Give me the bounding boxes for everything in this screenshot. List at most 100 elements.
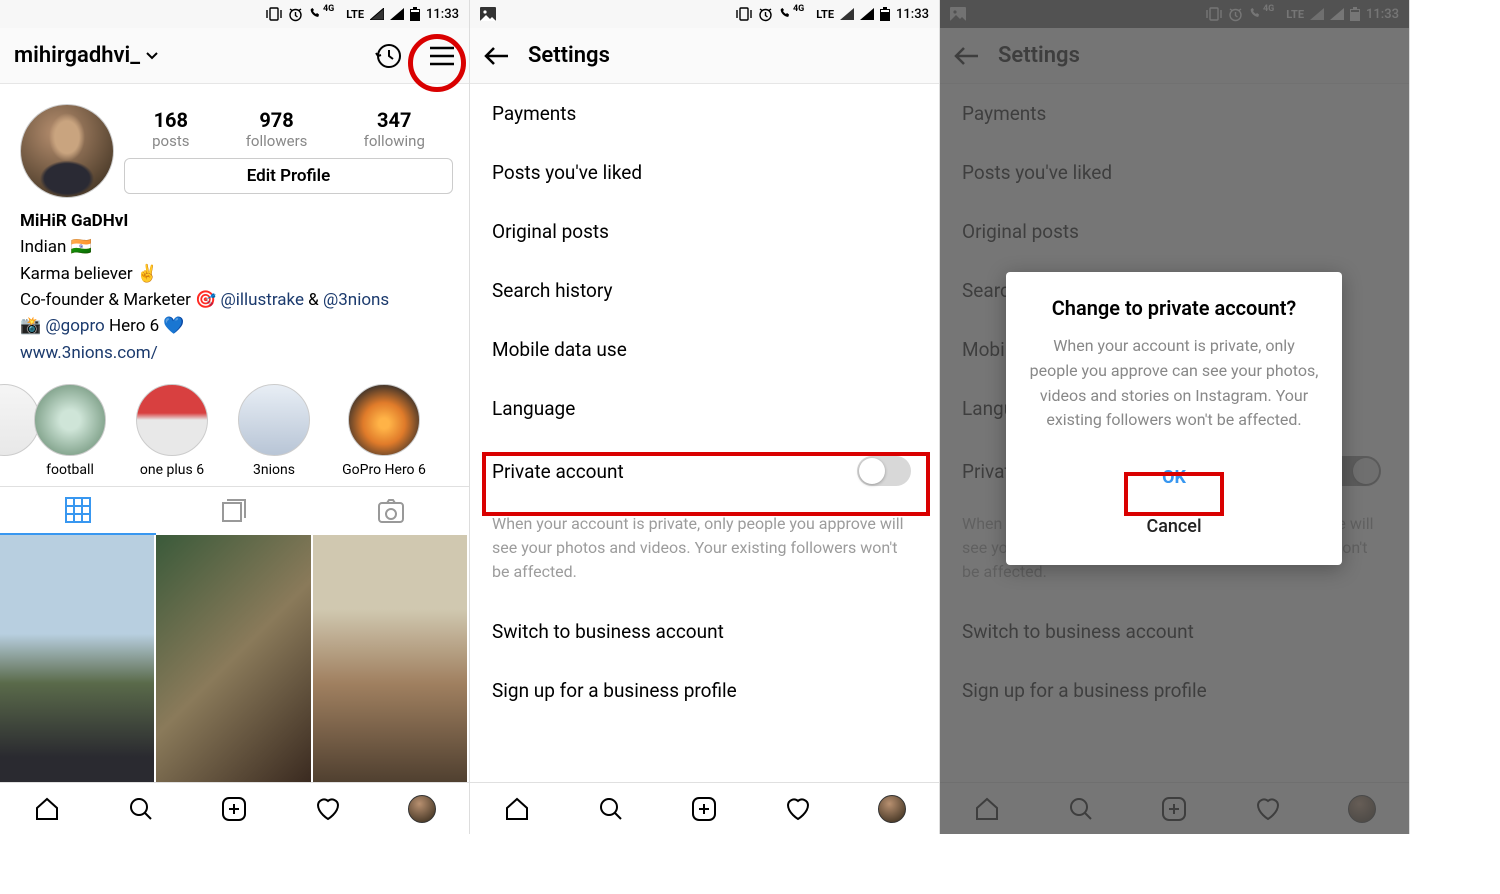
nav-search[interactable]	[94, 783, 188, 834]
status-bar: 4G LTE 11:33	[470, 0, 939, 28]
bio-name: MiHiR GaDHvI	[20, 208, 449, 234]
profile-top: 168 posts 978 followers 347 following Ed…	[0, 84, 469, 208]
nav-home[interactable]	[0, 783, 94, 834]
profile-header: mihirgadhvi_	[0, 28, 469, 84]
followers-label: followers	[246, 132, 308, 150]
highlight-label: 3nions	[234, 462, 314, 478]
archive-icon[interactable]	[375, 42, 403, 70]
private-account-description: When your account is private, only peopl…	[470, 504, 939, 602]
tab-feed[interactable]	[156, 487, 312, 535]
highlight-cover	[34, 384, 106, 456]
settings-liked-posts[interactable]: Posts you've liked	[470, 143, 939, 202]
battery-icon	[880, 7, 890, 21]
highlight-label: ake	[0, 462, 8, 478]
nav-activity[interactable]	[751, 783, 845, 834]
edit-profile-button[interactable]: Edit Profile	[124, 158, 453, 194]
signal-icon-1	[840, 8, 854, 20]
bio-link[interactable]: www.3nions.com/	[20, 340, 449, 366]
signal-icon-2	[390, 8, 404, 20]
vibrate-icon	[736, 7, 752, 21]
nav-profile[interactable]	[845, 783, 939, 834]
lte-label: LTE	[346, 8, 364, 21]
highlight-item[interactable]: football	[30, 384, 110, 478]
post-thumbnail[interactable]	[313, 535, 469, 782]
highlights-row[interactable]: ake football one plus 6 3nions GoPro Her…	[0, 366, 469, 486]
screen-settings: 4G LTE 11:33 Settings Payments Posts you…	[470, 0, 940, 834]
dialog-body: When your account is private, only peopl…	[1028, 334, 1320, 433]
stats-row: 168 posts 978 followers 347 following	[124, 108, 453, 150]
highlight-cover	[348, 384, 420, 456]
net-4g-label: 4G	[323, 4, 334, 14]
mention-gopro[interactable]: @gopro	[45, 316, 104, 336]
volte-icon	[779, 7, 793, 21]
followers-count: 978	[246, 108, 308, 132]
stat-posts[interactable]: 168 posts	[152, 108, 189, 150]
username-dropdown[interactable]: mihirgadhvi_	[14, 43, 158, 68]
tab-tagged[interactable]	[313, 487, 469, 535]
settings-mobile-data[interactable]: Mobile data use	[470, 320, 939, 379]
following-label: following	[364, 132, 425, 150]
username-text: mihirgadhvi_	[14, 43, 140, 68]
bio-line-1: Indian 🇮🇳	[20, 234, 449, 260]
nav-avatar-icon	[878, 795, 906, 823]
settings-signup-business[interactable]: Sign up for a business profile	[470, 661, 939, 720]
nav-home[interactable]	[470, 783, 564, 834]
bottom-nav	[0, 782, 469, 834]
lte-label: LTE	[816, 8, 834, 21]
mention-illustrake[interactable]: @illustrake	[220, 290, 304, 310]
back-button[interactable]	[484, 46, 510, 66]
hamburger-menu-icon[interactable]	[429, 46, 455, 66]
post-thumbnail[interactable]	[156, 535, 312, 782]
settings-title: Settings	[528, 43, 610, 68]
nav-add[interactable]	[188, 783, 282, 834]
nav-activity[interactable]	[281, 783, 375, 834]
dialog-title: Change to private account?	[1028, 296, 1320, 320]
settings-header: Settings	[470, 28, 939, 84]
post-grid	[0, 535, 469, 782]
highlight-item[interactable]: GoPro Hero 6	[336, 384, 432, 478]
bio-line-3: Co-founder & Marketer 🎯 @illustrake & @3…	[20, 287, 449, 313]
signal-icon-1	[370, 8, 384, 20]
private-account-toggle[interactable]	[857, 456, 911, 486]
profile-avatar[interactable]	[20, 104, 114, 198]
stat-following[interactable]: 347 following	[364, 108, 425, 150]
chevron-down-icon	[146, 52, 158, 60]
settings-private-account[interactable]: Private account	[470, 438, 939, 504]
alarm-icon	[288, 7, 303, 22]
status-bar: ▩ 4G LTE 11:33	[0, 0, 469, 28]
settings-payments[interactable]: Payments	[470, 84, 939, 143]
nav-add[interactable]	[658, 783, 752, 834]
posts-label: posts	[152, 132, 189, 150]
nav-avatar-icon	[408, 795, 436, 823]
highlight-item[interactable]: ake	[0, 384, 8, 478]
highlight-label: football	[30, 462, 110, 478]
image-icon	[480, 7, 496, 21]
highlight-item[interactable]: one plus 6	[132, 384, 212, 478]
settings-list[interactable]: Payments Posts you've liked Original pos…	[470, 84, 939, 782]
nav-search[interactable]	[564, 783, 658, 834]
nav-profile[interactable]	[375, 783, 469, 834]
vibrate-icon	[266, 7, 282, 21]
bio-line-4: 📸 @gopro Hero 6 💙	[20, 313, 449, 339]
signal-icon-2	[860, 8, 874, 20]
mention-3nions[interactable]: @3nions	[323, 290, 389, 310]
dialog-ok-button[interactable]: OK	[1028, 455, 1320, 500]
screen-profile: ▩ 4G LTE 11:33 mihirgadhvi_	[0, 0, 470, 834]
tab-grid[interactable]	[0, 487, 156, 535]
settings-original-posts[interactable]: Original posts	[470, 202, 939, 261]
stat-followers[interactable]: 978 followers	[246, 108, 308, 150]
settings-search-history[interactable]: Search history	[470, 261, 939, 320]
bottom-nav	[470, 782, 939, 834]
screen-dialog: 4G LTE 11:33 Settings Payments Posts you…	[940, 0, 1410, 834]
settings-language[interactable]: Language	[470, 379, 939, 438]
private-account-label: Private account	[492, 460, 624, 483]
post-thumbnail[interactable]	[0, 535, 156, 782]
settings-switch-business[interactable]: Switch to business account	[470, 602, 939, 661]
highlight-cover	[136, 384, 208, 456]
bio-line-2: Karma believer ✌	[20, 261, 449, 287]
highlight-item[interactable]: 3nions	[234, 384, 314, 478]
highlight-cover	[238, 384, 310, 456]
profile-bio: MiHiR GaDHvI Indian 🇮🇳 Karma believer ✌ …	[0, 208, 469, 366]
dialog-cancel-button[interactable]: Cancel	[1028, 504, 1320, 549]
highlight-label: GoPro Hero 6	[336, 462, 432, 478]
